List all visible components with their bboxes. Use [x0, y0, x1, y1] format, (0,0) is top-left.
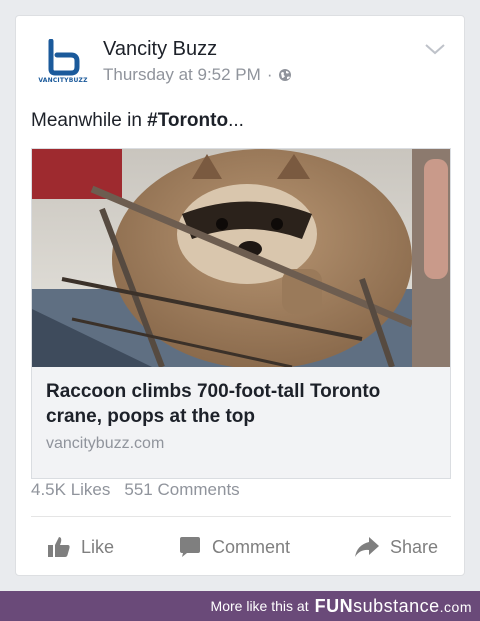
action-bar: Like Comment Share — [31, 529, 451, 565]
like-button[interactable]: Like — [47, 529, 114, 565]
brand-tld: .com — [439, 598, 472, 615]
footer-prefix: More like this at — [210, 598, 309, 614]
post-header: VANCITYBUZZ Vancity Buzz Thursday at 9:5… — [36, 36, 446, 96]
logo-text: VANCITYBUZZ — [38, 77, 88, 84]
chevron-down-icon[interactable] — [424, 42, 446, 56]
actions-divider — [31, 516, 451, 517]
thumbs-up-icon — [48, 537, 70, 557]
page-name[interactable]: Vancity Buzz — [103, 38, 217, 61]
message-suffix: ... — [228, 110, 244, 131]
comment-bubble-icon — [180, 537, 200, 557]
hashtag-link[interactable]: #Toronto — [147, 110, 228, 131]
message-prefix: Meanwhile in — [31, 110, 148, 131]
meta-separator: · — [266, 65, 273, 84]
like-label: Like — [81, 536, 115, 557]
page-avatar[interactable]: VANCITYBUZZ — [36, 36, 90, 90]
share-label: Share — [390, 536, 439, 557]
watermark-footer: More like this at FUNsubstance.com — [0, 591, 480, 621]
comment-label: Comment — [212, 536, 291, 557]
share-button[interactable]: Share — [354, 529, 438, 565]
link-domain: vancitybuzz.com — [46, 435, 165, 452]
link-preview-card[interactable]: Raccoon climbs 700-foot-tall Toronto cra… — [31, 148, 451, 479]
raccoon-photo — [32, 149, 450, 367]
brand-light: substance — [353, 595, 440, 616]
engagement-counts: 4.5K Likes 551 Comments — [31, 480, 240, 500]
globe-icon — [279, 69, 292, 81]
link-preview-image[interactable] — [32, 149, 450, 367]
link-title[interactable]: Raccoon climbs 700-foot-tall Toronto cra… — [46, 379, 436, 429]
comment-button[interactable]: Comment — [178, 529, 290, 565]
post-message: Meanwhile in #Toronto... — [31, 110, 244, 132]
post-meta: Thursday at 9:52 PM · — [103, 65, 292, 85]
timestamp[interactable]: Thursday at 9:52 PM — [103, 65, 261, 85]
likes-count[interactable]: 4.5K Likes — [31, 480, 110, 500]
vancitybuzz-logo-icon — [48, 39, 80, 76]
post-card: VANCITYBUZZ Vancity Buzz Thursday at 9:5… — [15, 15, 465, 576]
brand-bold: FUN — [314, 595, 354, 616]
share-arrow-icon — [355, 537, 379, 557]
funsubstance-logo[interactable]: FUNsubstance.com — [315, 596, 472, 617]
comments-count[interactable]: 551 Comments — [124, 480, 239, 500]
